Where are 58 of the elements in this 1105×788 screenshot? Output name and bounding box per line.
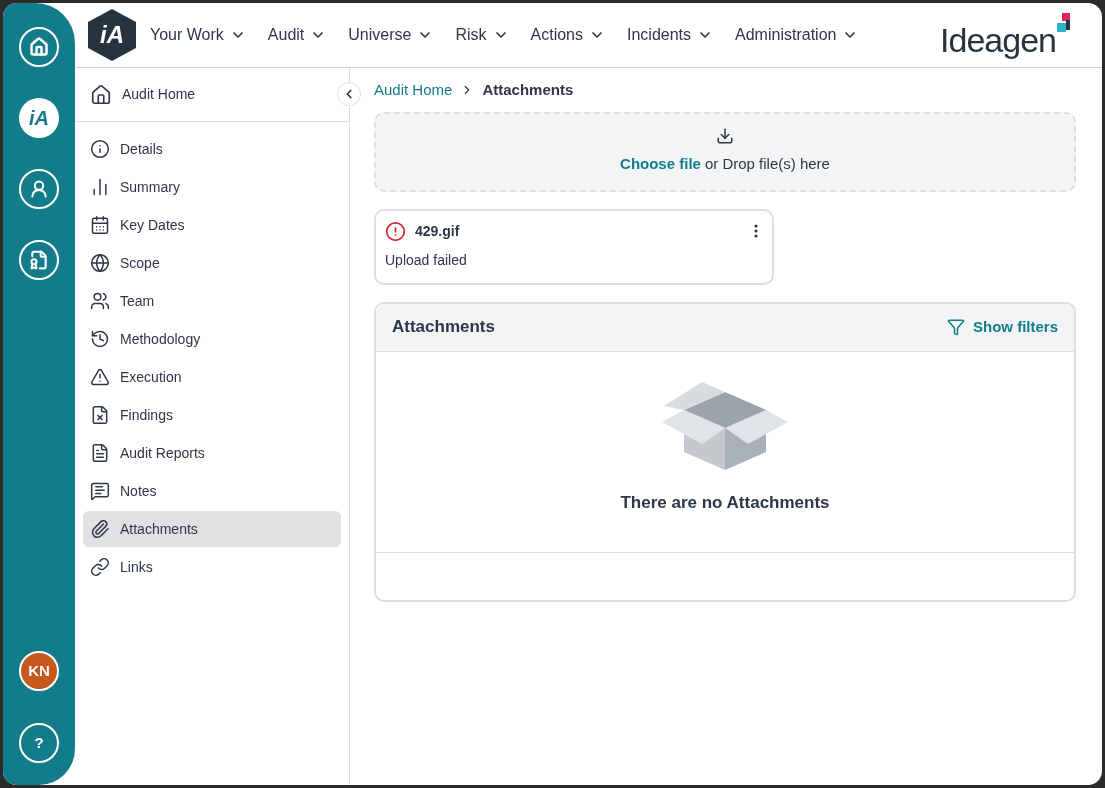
- empty-message: There are no Attachments: [620, 491, 830, 514]
- sidebar-item[interactable]: Links: [83, 549, 341, 585]
- breadcrumb-link[interactable]: Audit Home: [374, 79, 453, 102]
- sidebar-item[interactable]: Execution: [83, 359, 341, 395]
- nav-menu[interactable]: Incidents: [627, 23, 714, 47]
- sidebar-item[interactable]: Scope: [83, 245, 341, 281]
- sidebar-item[interactable]: Team: [83, 283, 341, 319]
- person-button[interactable]: [19, 169, 59, 209]
- sidebar-item[interactable]: Key Dates: [83, 207, 341, 243]
- nav-menu[interactable]: Risk: [455, 23, 509, 47]
- paperclip-icon: [90, 519, 110, 539]
- show-filters-button[interactable]: Show filters: [947, 315, 1058, 339]
- breadcrumb-current: Attachments: [482, 80, 574, 100]
- people-icon: [90, 291, 110, 311]
- warning-icon: [90, 367, 110, 387]
- upload-status: Upload failed: [385, 250, 468, 270]
- comment-icon: [90, 481, 110, 501]
- globe-icon: [90, 253, 110, 273]
- sidebar-item[interactable]: Notes: [83, 473, 341, 509]
- sidebar-item[interactable]: Methodology: [83, 321, 341, 357]
- bar-chart-icon: [90, 177, 110, 197]
- brand-logo: Ideagen: [940, 23, 1056, 57]
- more-icon: [754, 224, 758, 238]
- nav-menu[interactable]: Administration: [735, 23, 859, 47]
- info-icon: [90, 139, 110, 159]
- document-icon: [90, 443, 110, 463]
- app-logo[interactable]: iA: [88, 9, 136, 61]
- download-tray-icon: [716, 127, 734, 146]
- home-icon: [90, 83, 112, 106]
- panel-title: Attachments: [392, 316, 495, 339]
- sidebar-item[interactable]: Summary: [83, 169, 341, 205]
- audit-app-button[interactable]: iA: [19, 98, 59, 138]
- nav-menu[interactable]: Audit: [267, 23, 327, 47]
- clock-icon: [90, 329, 110, 349]
- help-button[interactable]: ?: [19, 723, 59, 763]
- person-icon: [29, 179, 49, 199]
- sidebar-home-link[interactable]: Audit Home: [90, 83, 196, 106]
- document-button[interactable]: [19, 240, 59, 280]
- sidebar-item[interactable]: Details: [83, 131, 341, 167]
- document-icon: [29, 250, 49, 270]
- drop-hint: or Drop file(s) here: [704, 154, 830, 175]
- sidebar-item[interactable]: Findings: [83, 397, 341, 433]
- document-x-icon: [90, 405, 110, 425]
- calendar-icon: [90, 215, 110, 235]
- file-name: 429.gif: [415, 221, 460, 241]
- user-avatar[interactable]: KN: [19, 651, 59, 691]
- collapse-button[interactable]: [337, 82, 361, 106]
- filter-icon: [947, 318, 965, 336]
- nav-menu[interactable]: Universe: [348, 23, 434, 47]
- file-drop-zone[interactable]: Choose file or Drop file(s) here: [374, 111, 1076, 192]
- nav-menu[interactable]: Your Work: [150, 23, 246, 47]
- link-icon: [90, 557, 110, 577]
- home-icon: [29, 37, 49, 57]
- sidebar-item[interactable]: Audit Reports: [83, 435, 341, 471]
- home-button[interactable]: [19, 27, 59, 67]
- nav-menu[interactable]: Actions: [530, 23, 605, 47]
- choose-file-link[interactable]: Choose file: [620, 153, 701, 176]
- sidebar-item[interactable]: Attachments: [83, 511, 341, 547]
